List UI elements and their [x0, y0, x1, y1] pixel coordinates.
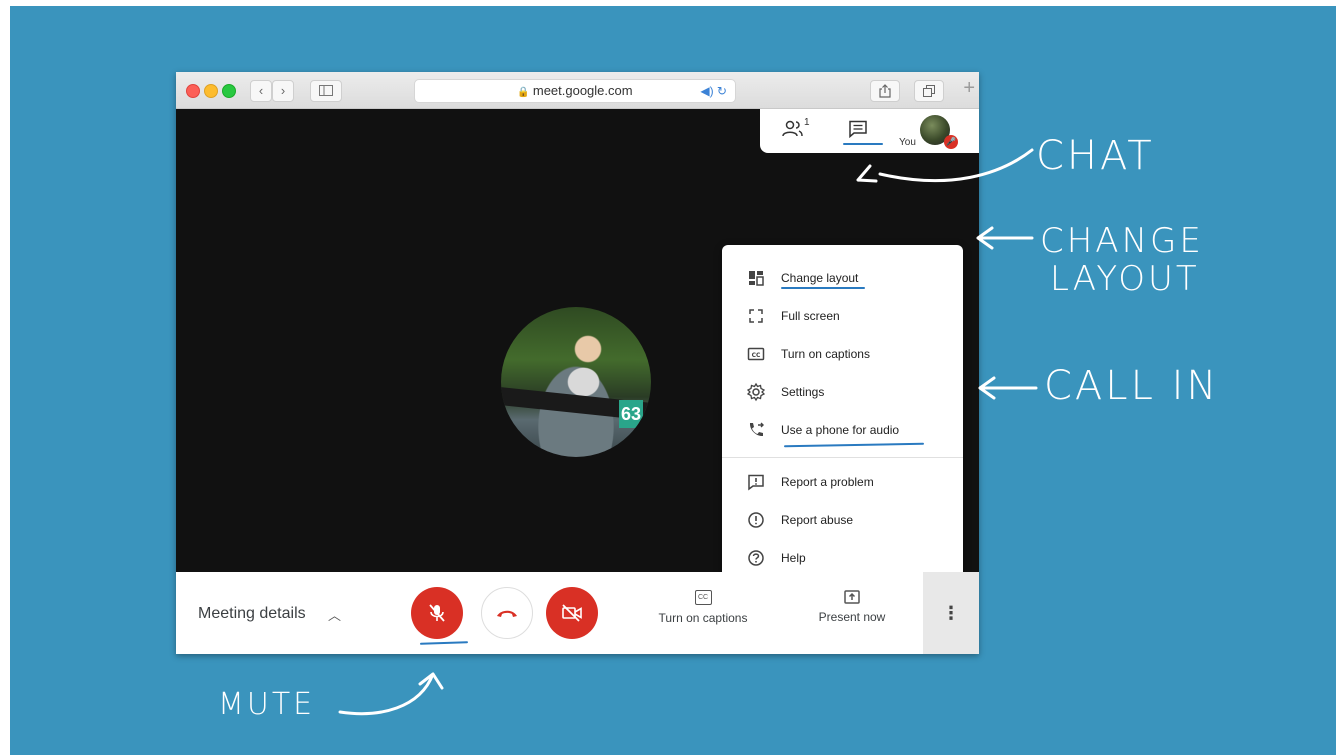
call-in-arrow [978, 376, 1038, 400]
chat-arrow [878, 148, 1034, 183]
annotation-chat: CHAT [1036, 133, 1155, 179]
annotation-change-line1: CHANGE [1040, 221, 1204, 261]
annotation-change-line2: LAYOUT [1050, 259, 1200, 299]
annotation-change-layout: CHANGE LAYOUT [1040, 222, 1204, 298]
change-layout-arrow [976, 226, 1034, 250]
chat-arrowhead [856, 164, 878, 183]
mute-arrow [338, 672, 444, 716]
annotation-call-in: CALL IN [1044, 363, 1220, 409]
annotation-mute: MUTE [218, 687, 316, 722]
